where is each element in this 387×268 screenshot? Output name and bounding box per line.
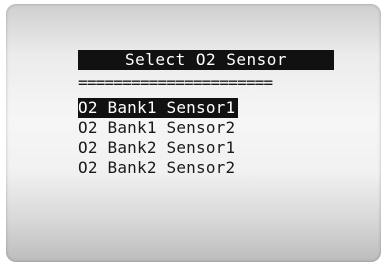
menu-item-bank1-sensor1[interactable]: O2 Bank1 Sensor1	[78, 98, 239, 118]
menu-item-bank1-sensor2[interactable]: O2 Bank1 Sensor2	[78, 118, 238, 137]
menu-item-bank2-sensor1[interactable]: O2 Bank2 Sensor1	[78, 138, 238, 157]
screen-title: Select O2 Sensor	[78, 50, 334, 70]
lcd-screen: Select O2 Sensor ====================== …	[6, 4, 381, 262]
menu-item-bank2-sensor2[interactable]: O2 Bank2 Sensor2	[78, 158, 238, 177]
separator-line: ======================	[78, 74, 273, 92]
sensor-menu: O2 Bank1 Sensor1 O2 Bank1 Sensor2 O2 Ban…	[78, 98, 239, 178]
